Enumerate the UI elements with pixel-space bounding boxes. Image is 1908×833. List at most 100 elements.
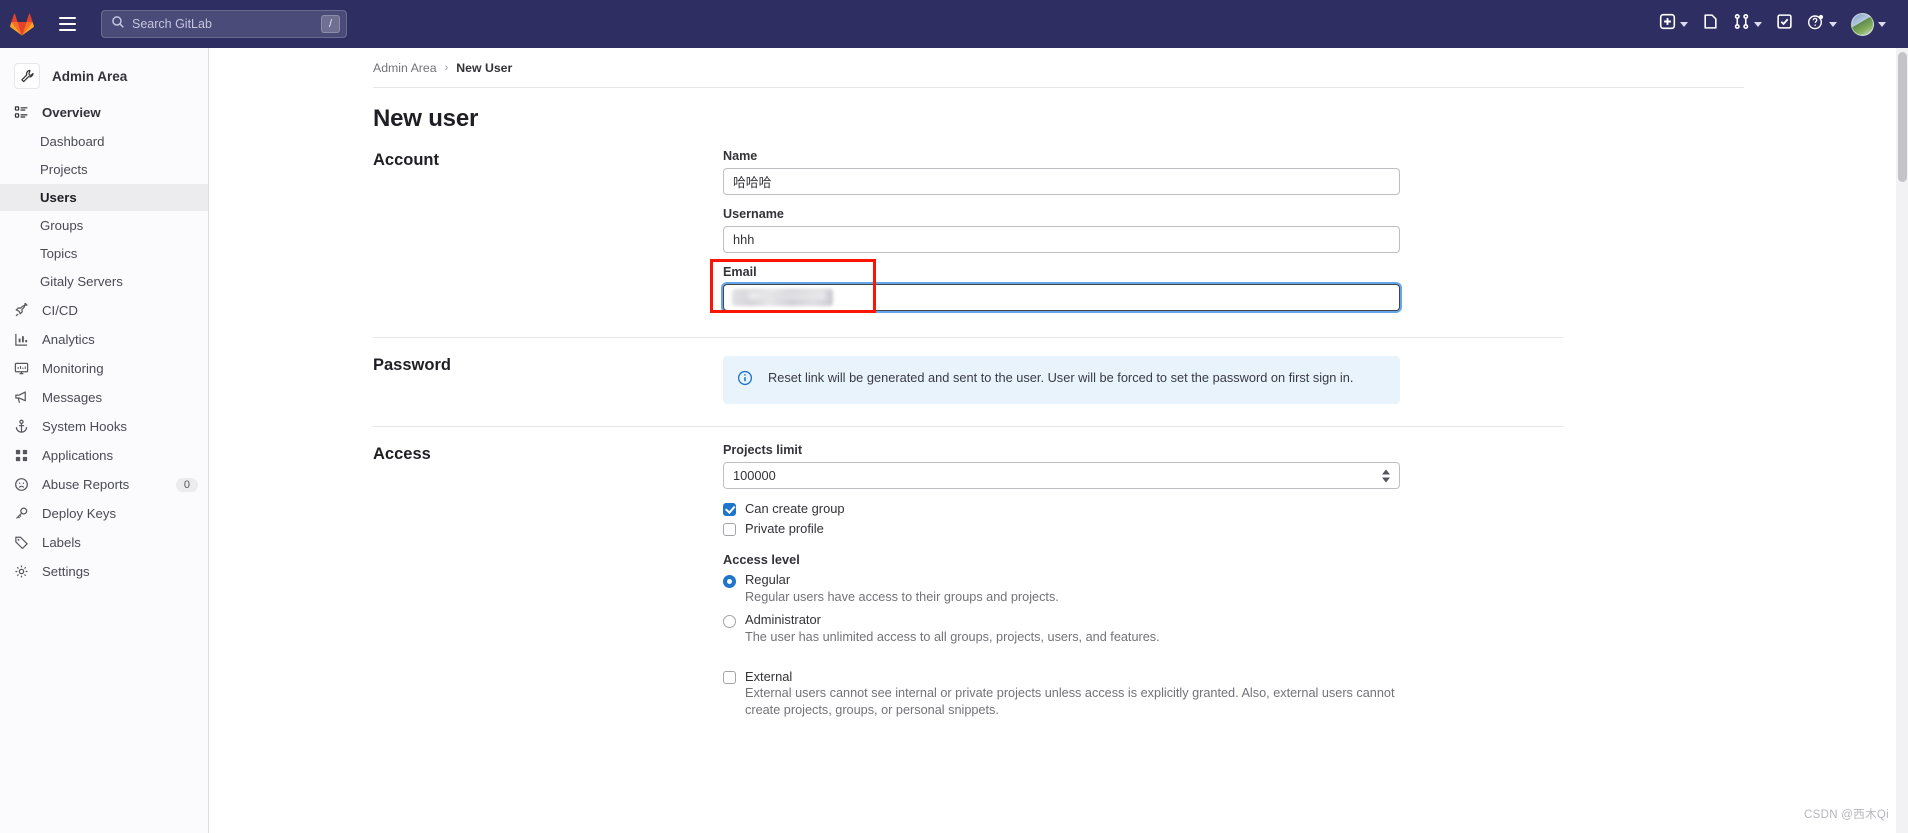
username-field-group: Username [723,207,1563,253]
projects-limit-stepper[interactable] [723,462,1400,489]
sidebar-item-label: Abuse Reports [42,477,130,492]
breadcrumb-root-link[interactable]: Admin Area [373,61,437,75]
sidebar-item-monitoring[interactable]: Monitoring [0,355,208,382]
external-checkbox[interactable] [723,670,736,684]
private-profile-label[interactable]: Private profile [745,521,824,536]
sidebar-item-label: CI/CD [42,303,78,318]
search-input[interactable]: Search GitLab / [101,10,347,38]
sidebar-item-label: Groups [40,218,84,233]
access-level-administrator-hint: The user has unlimited access to all gro… [745,629,1160,644]
sidebar-header-admin-area[interactable]: Admin Area [0,55,208,97]
sidebar-item-label: Dashboard [40,134,105,149]
sidebar-item-ci-cd[interactable]: CI/CD [0,297,208,324]
merge-requests-menu[interactable] [1727,8,1768,40]
sidebar-item-labels[interactable]: Labels [0,529,208,556]
abuse-reports-count-badge: 0 [175,477,198,492]
navbar-actions [1653,0,1908,48]
new-user-form: Account Name Username Email [373,133,1563,745]
sidebar-item-gitaly-servers[interactable]: Gitaly Servers [0,268,208,295]
issues-icon [1702,13,1719,35]
sidebar-item-deploy-keys[interactable]: Deploy Keys [0,500,208,527]
plus-square-icon [1659,13,1676,35]
issues-link[interactable] [1696,8,1725,40]
external-hint: External users cannot see internal or pr… [745,685,1395,718]
chevron-down-icon [1680,21,1688,27]
breadcrumb-current: New User [456,61,513,75]
sidebar-item-groups[interactable]: Groups [0,212,208,239]
access-level-regular-hint: Regular users have access to their group… [745,590,1059,604]
can-create-group-label[interactable]: Can create group [745,501,845,516]
access-level-administrator-label[interactable]: Administrator [745,612,821,627]
stepper-arrows-icon[interactable] [1382,469,1390,482]
user-menu[interactable] [1845,8,1892,41]
wrench-icon [14,63,40,89]
gitlab-logo-icon[interactable] [0,13,44,36]
rocket-icon [14,302,30,319]
sidebar-item-projects[interactable]: Projects [0,156,208,183]
sidebar-item-label: System Hooks [42,419,128,434]
access-level-regular-radio[interactable] [723,575,736,588]
sidebar-item-label: Deploy Keys [42,506,117,521]
sidebar-item-topics[interactable]: Topics [0,240,208,267]
access-level-regular-label[interactable]: Regular [745,572,790,587]
anchor-icon [14,419,30,435]
password-reset-alert-text: Reset link will be generated and sent to… [768,370,1354,385]
access-level-administrator-row[interactable]: Administrator [723,612,1563,628]
main-content: Admin Area › New User New user Account N… [209,48,1908,833]
sidebar-item-overview[interactable]: Overview [0,99,208,126]
username-input[interactable] [723,226,1400,253]
sidebar-item-settings[interactable]: Settings [0,558,208,585]
sidebar-item-label: Gitaly Servers [40,274,123,289]
sidebar-item-label: Messages [42,390,103,405]
hamburger-menu-icon[interactable] [50,9,84,39]
help-menu[interactable] [1801,8,1843,41]
password-section: Password Reset link will be generated an… [373,338,1563,427]
overview-list-icon [14,105,30,121]
sidebar-item-users[interactable]: Users [0,184,208,211]
breadcrumb-divider [373,87,1744,88]
merge-request-icon [1733,13,1750,35]
sidebar-item-label: Applications [42,448,114,463]
sidebar-item-dashboard[interactable]: Dashboard [0,128,208,155]
search-icon [111,15,125,34]
private-profile-row[interactable]: Private profile [723,521,1563,536]
chevron-down-icon [1829,21,1837,27]
sidebar-item-label: Users [40,190,77,205]
email-redacted-value [732,289,833,306]
page-scrollbar-thumb[interactable] [1898,52,1907,182]
email-label: Email [723,265,757,279]
private-profile-checkbox[interactable] [723,523,736,536]
breadcrumb-separator-icon: › [444,62,449,74]
search-placeholder: Search GitLab [132,17,212,31]
gear-icon [14,564,30,580]
external-label[interactable]: External [745,669,792,684]
todos-link[interactable] [1770,8,1799,40]
breadcrumb: Admin Area › New User [209,48,1908,75]
can-create-group-checkbox[interactable] [723,503,736,516]
create-new-menu[interactable] [1653,8,1694,40]
name-label: Name [723,149,758,163]
sidebar-item-applications[interactable]: Applications [0,442,208,469]
sad-face-icon [14,477,30,493]
sidebar-item-label: Labels [42,535,81,550]
name-input[interactable] [723,168,1400,195]
key-icon [14,506,30,522]
access-level-administrator-radio[interactable] [723,614,736,628]
sidebar-item-messages[interactable]: Messages [0,384,208,411]
sidebar-item-label: Settings [42,564,90,579]
email-field-group: Email [710,259,1563,313]
sidebar-item-label: Overview [42,105,101,120]
sidebar-item-abuse-reports[interactable]: Abuse Reports 0 [0,471,208,498]
account-section-title: Account [373,151,439,169]
sidebar-item-system-hooks[interactable]: System Hooks [0,413,208,440]
grid-apps-icon [14,448,30,464]
account-section: Account Name Username Email [373,133,1563,338]
external-row[interactable]: External [723,669,1563,684]
can-create-group-row[interactable]: Can create group [723,501,1563,516]
todo-check-icon [1776,13,1793,35]
password-reset-alert: Reset link will be generated and sent to… [723,356,1400,404]
chevron-down-icon [1878,21,1886,27]
chevron-down-icon [1754,21,1762,27]
access-level-regular-row[interactable]: Regular [723,572,1563,588]
sidebar-item-analytics[interactable]: Analytics [0,326,208,353]
